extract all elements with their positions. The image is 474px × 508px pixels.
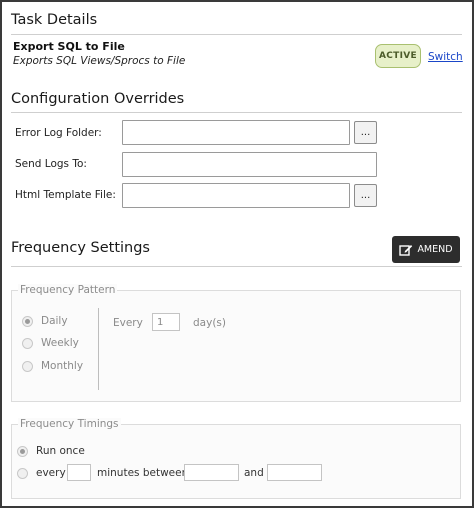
every-minutes-label: every (36, 467, 66, 479)
monthly-radio[interactable] (22, 361, 33, 372)
frequency-timings-legend: Frequency Timings (18, 418, 121, 430)
every-label: Every (113, 317, 143, 329)
status-badge: ACTIVE (375, 44, 421, 68)
weekly-radio[interactable] (22, 338, 33, 349)
task-name: Export SQL to File (13, 40, 125, 53)
days-unit-label: day(s) (193, 317, 226, 329)
html-template-file-input[interactable] (122, 183, 350, 208)
task-details-window: Task Details Export SQL to File Exports … (0, 0, 474, 508)
weekly-label: Weekly (41, 337, 79, 349)
frequency-heading: Frequency Settings (11, 240, 150, 256)
error-log-folder-label: Error Log Folder: (15, 127, 102, 139)
send-logs-to-label: Send Logs To: (15, 158, 87, 170)
frequency-timings-panel (11, 424, 461, 499)
frequency-pattern-legend: Frequency Pattern (18, 284, 118, 296)
daily-radio[interactable] (22, 316, 33, 327)
run-once-radio[interactable] (17, 446, 28, 457)
html-template-file-label: Html Template File: (15, 189, 116, 201)
pattern-separator (98, 308, 99, 390)
daily-label: Daily (41, 315, 68, 327)
end-time-input[interactable] (267, 464, 322, 481)
start-time-input[interactable] (184, 464, 239, 481)
amend-button[interactable]: AMEND (392, 236, 460, 263)
send-logs-to-input[interactable] (122, 152, 377, 177)
error-log-folder-input[interactable] (122, 120, 350, 145)
every-minutes-radio[interactable] (17, 468, 28, 479)
amend-label: AMEND (417, 244, 453, 255)
switch-link[interactable]: Switch (428, 51, 463, 63)
edit-icon (399, 243, 413, 257)
task-details-heading: Task Details (11, 12, 98, 28)
and-label: and (244, 467, 264, 479)
configuration-heading: Configuration Overrides (11, 91, 185, 107)
divider (11, 266, 462, 267)
minutes-between-label: minutes between (97, 467, 189, 479)
error-log-folder-browse-button[interactable]: ... (354, 121, 377, 144)
minutes-input[interactable] (67, 464, 91, 481)
run-once-label: Run once (36, 445, 85, 457)
task-description: Exports SQL Views/Sprocs to File (13, 55, 186, 67)
html-template-file-browse-button[interactable]: ... (354, 184, 377, 207)
divider (11, 34, 462, 35)
divider (11, 112, 462, 113)
monthly-label: Monthly (41, 360, 84, 372)
every-days-input[interactable]: 1 (152, 313, 180, 331)
